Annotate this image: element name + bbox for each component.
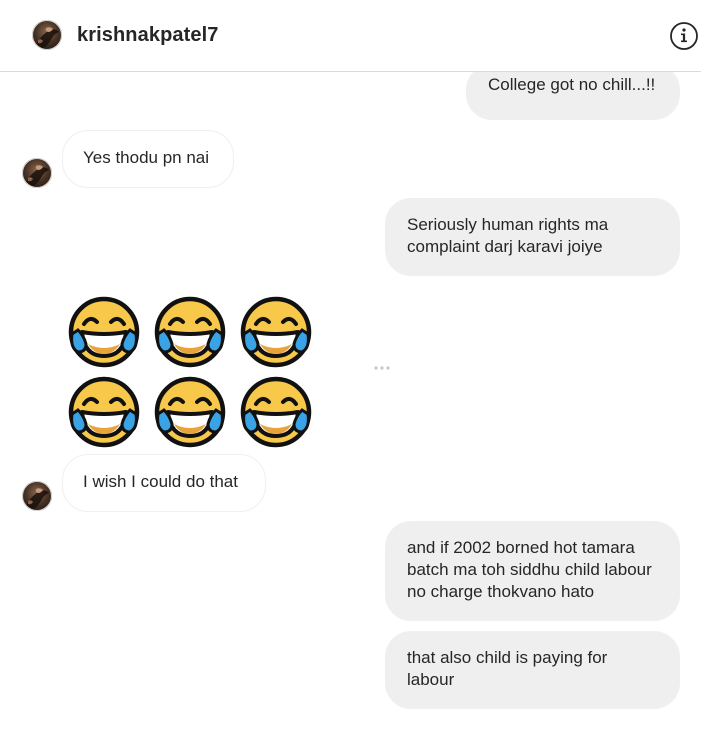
message-text: that also child is paying for labour xyxy=(407,648,608,689)
tears-of-joy-emoji-icon xyxy=(66,374,142,450)
info-circle-icon[interactable] xyxy=(669,21,699,51)
message-text: Yes thodu pn nai xyxy=(83,148,210,167)
username[interactable]: krishnakpatel7 xyxy=(77,24,218,47)
emoji-message[interactable] xyxy=(66,294,318,450)
message-outgoing[interactable]: and if 2002 borned hot tamara batch ma t… xyxy=(385,521,680,621)
tears-of-joy-emoji-icon xyxy=(152,294,228,370)
tears-of-joy-emoji-icon xyxy=(66,294,142,370)
more-horizontal-icon[interactable] xyxy=(370,360,394,376)
avatar xyxy=(22,158,52,188)
tears-of-joy-emoji-icon xyxy=(238,374,314,450)
chat-header: krishnakpatel7 xyxy=(0,0,701,72)
message-text: and if 2002 borned hot tamara batch ma t… xyxy=(407,538,652,601)
message-thread: College got no chill...!! Yes thodu pn n… xyxy=(0,64,701,737)
message-incoming[interactable]: Yes thodu pn nai xyxy=(62,130,234,188)
avatar xyxy=(22,481,52,511)
message-outgoing[interactable]: that also child is paying for labour xyxy=(385,631,680,709)
message-outgoing[interactable]: Seriously human rights ma complaint darj… xyxy=(385,198,680,276)
avatar[interactable] xyxy=(32,20,62,50)
tears-of-joy-emoji-icon xyxy=(238,294,314,370)
message-incoming[interactable]: I wish I could do that xyxy=(62,454,266,512)
message-text: Seriously human rights ma complaint darj… xyxy=(407,215,609,256)
message-text: I wish I could do that xyxy=(83,472,238,491)
tears-of-joy-emoji-icon xyxy=(152,374,228,450)
message-outgoing[interactable]: College got no chill...!! xyxy=(466,64,680,120)
message-text: College got no chill...!! xyxy=(488,75,656,94)
